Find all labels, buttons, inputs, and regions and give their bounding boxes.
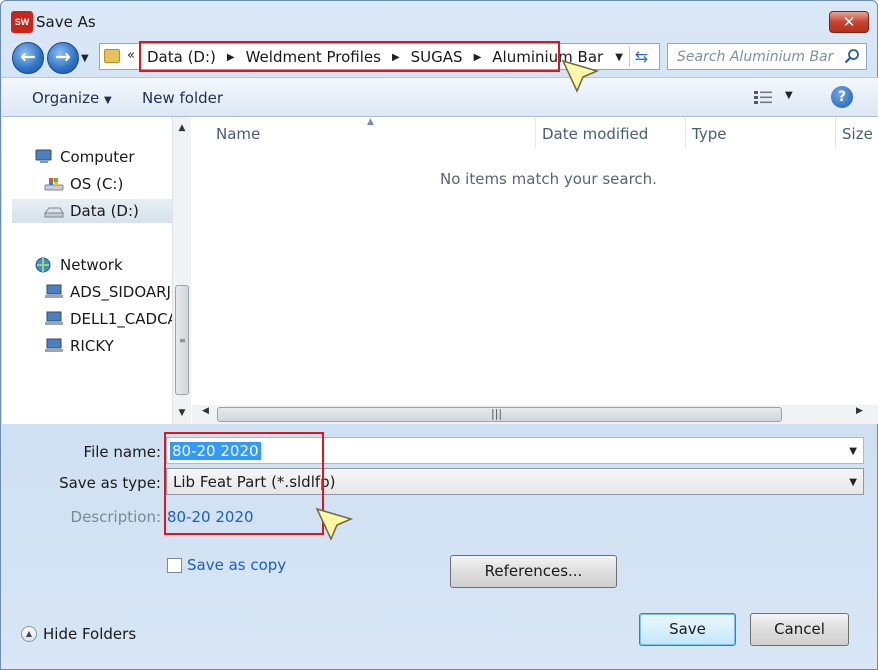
column-header-size[interactable]: Size <box>818 117 878 149</box>
close-button[interactable]: ✕ <box>829 11 869 33</box>
nav-item-host[interactable]: RICKY <box>44 334 114 358</box>
back-button[interactable]: ← <box>12 42 44 74</box>
recent-pages-dropdown-icon[interactable]: ▼ <box>81 53 95 65</box>
network-computer-icon <box>45 338 63 352</box>
browser-area: Computer OS (C:) Data (D:) Network ADS_S… <box>2 117 878 424</box>
new-folder-button[interactable]: New folder <box>142 89 223 107</box>
network-icon <box>35 257 51 273</box>
folder-icon <box>104 49 120 63</box>
nav-item-network[interactable]: Network <box>34 253 123 277</box>
nav-label: Computer <box>60 148 135 166</box>
window-title: Save As <box>36 13 96 31</box>
search-input[interactable]: Search Aluminium Bar <box>667 43 867 70</box>
grip-icon: ≡ <box>179 336 186 345</box>
nav-item-computer[interactable]: Computer <box>34 145 135 169</box>
description-label: Description: <box>70 508 161 526</box>
title-bar: SW Save As ✕ <box>1 1 877 39</box>
solidworks-app-icon: SW <box>11 11 33 33</box>
chevron-down-icon[interactable]: ▼ <box>849 446 857 457</box>
annotation-highlight-box <box>164 432 324 535</box>
refresh-icon[interactable]: ⇆ <box>629 47 653 67</box>
nav-item-drive-d[interactable]: Data (D:) <box>12 199 172 223</box>
windows-drive-icon <box>44 178 64 191</box>
file-name-label: File name: <box>83 443 161 461</box>
address-dropdown-icon[interactable]: ▼ <box>615 52 623 63</box>
nav-label: ADS_SIDOARJC <box>70 283 172 301</box>
organize-menu[interactable]: Organize ▼ <box>32 89 112 107</box>
views-icon[interactable] <box>754 90 772 105</box>
save-as-copy-label[interactable]: Save as copy <box>187 556 286 574</box>
network-computer-icon <box>45 311 63 325</box>
scroll-left-arrow-icon[interactable]: ◀ <box>202 406 209 416</box>
network-computer-icon <box>45 284 63 298</box>
save-type-label: Save as type: <box>59 474 161 492</box>
scrollbar-thumb[interactable]: ||| <box>217 407 782 422</box>
forward-button[interactable]: → <box>47 42 79 74</box>
hide-folders-label: Hide Folders <box>43 625 137 643</box>
callout-pointer-icon <box>315 507 354 541</box>
views-dropdown-icon[interactable]: ▼ <box>785 90 793 101</box>
file-list: ▲ Name Date modified Type Size No items … <box>192 117 878 424</box>
command-bar: Organize ▼ New folder ▼ ? <box>2 77 878 117</box>
column-header-name[interactable]: Name <box>192 117 536 149</box>
organize-label: Organize <box>32 89 100 107</box>
chevron-down-icon: ▼ <box>103 95 112 106</box>
scroll-down-arrow-icon[interactable]: ▼ <box>173 404 191 422</box>
save-as-dialog: SW Save As ✕ ← → ▼ « Data (D:) ▶ Weldmen… <box>0 0 878 670</box>
save-as-copy-checkbox[interactable] <box>167 558 182 573</box>
references-button[interactable]: References... <box>450 555 617 588</box>
scrollbar-thumb[interactable]: ≡ <box>175 285 189 395</box>
save-button[interactable]: Save <box>639 613 736 646</box>
search-placeholder: Search Aluminium Bar <box>677 49 834 65</box>
computer-icon <box>35 149 52 163</box>
nav-label: Data (D:) <box>70 202 139 220</box>
scroll-right-arrow-icon[interactable]: ▶ <box>856 406 863 416</box>
help-icon[interactable]: ? <box>831 86 853 108</box>
nav-item-host[interactable]: DELL1_CADCAM <box>44 307 172 331</box>
column-header-type[interactable]: Type <box>668 117 836 149</box>
cancel-button[interactable]: Cancel <box>750 613 849 646</box>
breadcrumb-overflow[interactable]: « <box>127 48 135 63</box>
navigation-pane: Computer OS (C:) Data (D:) Network ADS_S… <box>2 117 172 424</box>
nav-item-drive-c[interactable]: OS (C:) <box>44 172 123 196</box>
drive-icon <box>44 207 64 218</box>
nav-label: RICKY <box>70 337 114 355</box>
nav-label: Network <box>60 256 123 274</box>
nav-pane-scrollbar[interactable]: ▲ ≡ ▼ <box>172 117 191 424</box>
nav-item-host[interactable]: ADS_SIDOARJC <box>44 280 172 304</box>
scroll-up-arrow-icon[interactable]: ▲ <box>173 119 191 137</box>
grip-icon: ||| <box>491 407 503 420</box>
nav-label: OS (C:) <box>70 175 124 193</box>
nav-label: DELL1_CADCAM <box>70 310 172 328</box>
callout-pointer-icon <box>561 59 600 93</box>
column-header-date[interactable]: Date modified <box>518 117 686 149</box>
search-icon[interactable] <box>844 48 860 64</box>
hide-folders-toggle[interactable]: ▲ Hide Folders <box>21 625 136 643</box>
file-list-hscrollbar[interactable]: ◀ ||| ▶ <box>192 405 878 424</box>
empty-list-message: No items match your search. <box>440 170 657 188</box>
annotation-highlight-box <box>139 41 560 72</box>
chevron-up-icon: ▲ <box>21 626 37 642</box>
chevron-down-icon[interactable]: ▼ <box>849 477 857 488</box>
